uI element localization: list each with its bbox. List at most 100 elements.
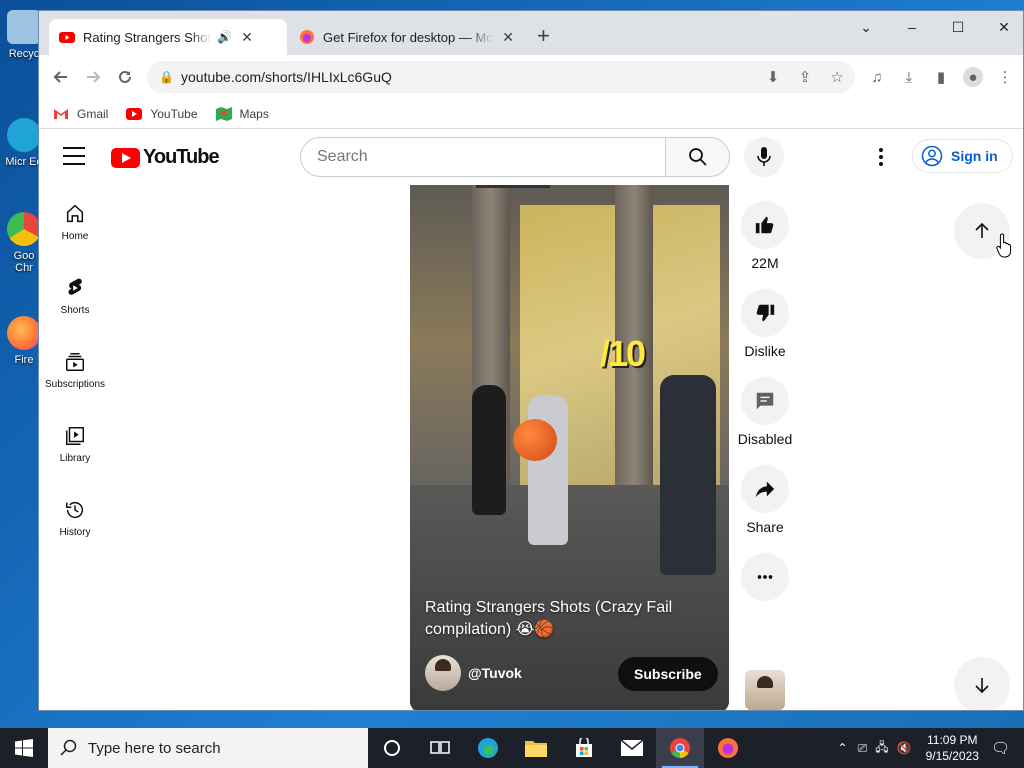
share-page-icon[interactable]: ⇪ [795,67,815,87]
comments-button[interactable] [741,377,789,425]
tab-search-button[interactable]: ⌄ [843,11,889,43]
voice-search-button[interactable] [744,137,784,177]
reload-icon [119,70,131,83]
dislike-label: Dislike [744,343,786,359]
arrow-up-icon [975,222,989,238]
tab-firefox[interactable]: Get Firefox for desktop — Mozilla ✕ [289,19,527,55]
desktop-icon-label: Fire [14,354,34,366]
sidebar-item-label: History [59,527,91,538]
cortana-button[interactable] [368,728,416,768]
tab-youtube-short[interactable]: Rating Strangers Shots (Crazy Fail compi… [49,19,287,55]
share-button[interactable] [741,465,789,513]
video-top-bar [476,185,550,188]
comments-action[interactable]: Disabled [737,377,793,447]
taskbar: Type here to search ⌃ ⎚ 🖧 🔇 11:09 PM 9/1… [0,728,1024,768]
taskbar-edge[interactable] [464,728,512,768]
video-person [472,385,506,515]
arrow-right-icon [87,71,101,83]
thumbs-down-icon [756,304,775,322]
tab-title: Get Firefox for desktop — Mozilla [323,29,494,45]
start-button[interactable] [0,728,48,768]
taskbar-chrome[interactable] [656,728,704,768]
meet-now-icon[interactable]: ⎚ [858,741,868,756]
youtube-header: YouTube Sign in [39,129,1023,185]
taskbar-firefox[interactable] [704,728,752,768]
taskbar-file-explorer[interactable] [512,728,560,768]
bookmark-star-icon[interactable]: ☆ [827,67,847,87]
more-action[interactable] [737,553,793,607]
browser-menu-icon[interactable]: ⋮ [995,67,1015,87]
maximize-button[interactable]: ☐ [935,11,981,43]
bookmark-maps[interactable]: Maps [215,106,269,121]
short-video-player[interactable]: /10 Rating Strangers Shots (Crazy Fail c… [410,185,729,710]
side-panel-icon[interactable]: ▮ [931,67,951,87]
sidebar: Home Shorts Subscriptions Library Histor… [39,185,111,555]
taskbar-search-placeholder: Type here to search [88,739,221,757]
search-input[interactable] [300,137,666,177]
back-button[interactable] [49,65,73,89]
firefox-icon [7,316,41,350]
speaker-icon[interactable]: 🔊 [217,30,232,44]
like-action[interactable]: 22M [737,201,793,271]
logo-text: YouTube [143,146,220,168]
task-view-button[interactable] [416,728,464,768]
task-view-icon [430,741,450,754]
address-bar[interactable]: 🔒 youtube.com/shorts/IHLIxLc6GuQ [147,61,855,93]
network-icon[interactable]: 🖧 [875,738,888,759]
dislike-button[interactable] [741,289,789,337]
firefox-favicon-icon [300,30,314,44]
close-window-button[interactable]: ✕ [981,11,1023,43]
install-app-icon[interactable]: ⬇ [763,67,783,87]
media-control-icon[interactable]: ♫ [867,67,887,87]
short-title[interactable]: Rating Strangers Shots (Crazy Fail compi… [425,597,705,641]
notifications-icon[interactable]: 🗨 [991,739,1010,757]
reload-button[interactable] [113,65,137,89]
more-options-button[interactable] [741,553,789,601]
bookmark-youtube[interactable]: YouTube [126,107,198,121]
sign-in-button[interactable]: Sign in [912,139,1013,173]
sidebar-item-library[interactable]: Library [39,407,111,481]
dislike-action[interactable]: Dislike [737,289,793,359]
bookmark-gmail[interactable]: Gmail [53,107,108,121]
youtube-logo[interactable]: YouTube [111,146,220,169]
sidebar-item-history[interactable]: History [39,481,111,555]
taskbar-mail[interactable] [608,728,656,768]
close-tab-icon[interactable]: ✕ [499,29,517,46]
chrome-icon [670,738,690,758]
system-tray: ⌃ ⎚ 🖧 🔇 11:09 PM 9/15/2023 🗨 [838,728,1024,768]
forward-button[interactable] [81,65,105,89]
share-label: Share [746,519,784,535]
like-button[interactable] [741,201,789,249]
url-text: youtube.com/shorts/IHLIxLc6GuQ [181,69,392,85]
minimize-button[interactable]: – [889,11,935,43]
clock[interactable]: 11:09 PM 9/15/2023 [926,732,979,764]
sidebar-item-shorts[interactable]: Shorts [39,259,111,333]
channel-avatar[interactable] [425,655,461,691]
search-button[interactable] [666,137,730,177]
taskbar-search[interactable]: Type here to search [48,728,368,768]
menu-icon[interactable] [63,147,85,171]
comments-label: Disabled [737,431,793,447]
history-icon [66,502,84,519]
edge-icon [478,738,498,758]
close-tab-icon[interactable]: ✕ [238,29,256,46]
volume-muted-icon[interactable]: 🔇 [897,741,912,755]
share-action[interactable]: Share [737,465,793,535]
cortana-icon [384,740,400,756]
new-tab-button[interactable]: + [537,25,550,47]
profile-icon[interactable]: ● [963,67,983,87]
next-short-button[interactable] [954,657,1010,710]
downloads-icon[interactable]: ⤓ [899,67,919,87]
taskbar-store[interactable] [560,728,608,768]
bookmark-label: Gmail [77,106,109,121]
channel-thumbnail[interactable] [745,670,785,710]
channel-link[interactable]: @Tuvok [425,655,522,691]
sidebar-item-home[interactable]: Home [39,185,111,259]
chevron-up-icon[interactable]: ⌃ [838,741,848,755]
arrow-down-icon [975,678,989,694]
settings-menu-icon[interactable] [869,145,893,169]
lock-icon[interactable]: 🔒 [159,70,174,84]
subscribe-button[interactable]: Subscribe [618,657,718,691]
sidebar-item-subscriptions[interactable]: Subscriptions [39,333,111,407]
video-person [660,375,716,575]
